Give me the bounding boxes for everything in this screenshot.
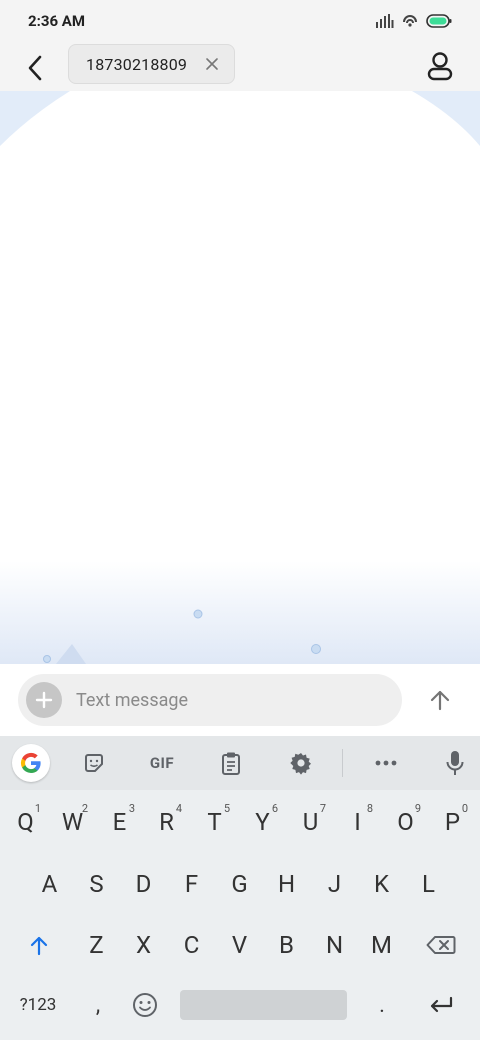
space-key[interactable] bbox=[180, 990, 347, 1020]
key-label: R bbox=[159, 808, 174, 836]
period-key[interactable]: . bbox=[360, 983, 404, 1027]
key-n[interactable]: N bbox=[311, 923, 358, 967]
key-z[interactable]: Z bbox=[73, 923, 120, 967]
compose-field bbox=[18, 674, 402, 726]
contact-button[interactable] bbox=[422, 48, 458, 84]
key-label: O bbox=[397, 808, 414, 836]
key-d[interactable]: D bbox=[120, 862, 167, 906]
enter-key[interactable] bbox=[418, 983, 464, 1027]
key-u[interactable]: U7 bbox=[287, 800, 334, 844]
wallpaper-illustration bbox=[0, 91, 480, 664]
message-input[interactable] bbox=[76, 688, 386, 712]
sticker-button[interactable] bbox=[76, 745, 112, 781]
status-time: 2:36 AM bbox=[28, 12, 85, 30]
key-hint: 6 bbox=[271, 802, 278, 815]
key-s[interactable]: S bbox=[73, 862, 120, 906]
person-icon bbox=[427, 52, 453, 81]
key-label: Q bbox=[17, 808, 34, 836]
clipboard-icon bbox=[222, 752, 240, 775]
google-icon bbox=[20, 752, 41, 773]
key-m[interactable]: M bbox=[358, 923, 405, 967]
key-f[interactable]: F bbox=[168, 862, 215, 906]
key-g[interactable]: G bbox=[216, 862, 263, 906]
back-button[interactable] bbox=[20, 50, 50, 86]
key-hint: 5 bbox=[223, 802, 230, 815]
sticker-icon bbox=[85, 754, 103, 772]
signal-icon bbox=[376, 14, 394, 28]
key-label: T bbox=[207, 808, 222, 836]
emoji-key[interactable] bbox=[123, 983, 167, 1027]
key-b[interactable]: B bbox=[263, 923, 310, 967]
key-label: I bbox=[354, 808, 361, 836]
send-button[interactable] bbox=[422, 682, 458, 718]
key-label: U bbox=[302, 808, 319, 836]
key-hint: 0 bbox=[461, 802, 468, 815]
key-y[interactable]: Y6 bbox=[239, 800, 286, 844]
settings-button[interactable] bbox=[283, 745, 319, 781]
enter-icon bbox=[430, 996, 453, 1013]
key-v[interactable]: V bbox=[216, 923, 263, 967]
conversation-area bbox=[0, 91, 480, 664]
key-i[interactable]: I8 bbox=[334, 800, 381, 844]
key-t[interactable]: T5 bbox=[191, 800, 238, 844]
more-button[interactable] bbox=[368, 745, 404, 781]
key-c[interactable]: C bbox=[168, 923, 215, 967]
arrow-left-icon bbox=[28, 55, 42, 81]
shift-arrow-icon bbox=[30, 936, 48, 956]
more-icon bbox=[375, 760, 397, 766]
key-hint: 2 bbox=[81, 802, 88, 815]
key-x[interactable]: X bbox=[120, 923, 167, 967]
voice-button[interactable] bbox=[437, 745, 473, 781]
comma-key[interactable]: , bbox=[75, 983, 121, 1027]
plus-icon bbox=[35, 691, 53, 709]
symbols-key[interactable]: ?123 bbox=[8, 983, 68, 1027]
attach-button[interactable] bbox=[26, 682, 62, 718]
gif-button[interactable]: GIF bbox=[144, 745, 180, 781]
key-label: P bbox=[444, 808, 461, 836]
key-w[interactable]: W2 bbox=[49, 800, 96, 844]
compose-bar bbox=[0, 664, 480, 736]
header: 18730218809 bbox=[0, 44, 480, 91]
emoji-icon bbox=[133, 993, 157, 1017]
keyboard: G I F Q 1 W 2 E 3 R 4 T 5 Y 6 U 7 I 8 O 9 … bbox=[0, 736, 480, 1040]
key-label: E bbox=[112, 808, 127, 836]
key-o[interactable]: O9 bbox=[382, 800, 429, 844]
recipient-number: 18730218809 bbox=[86, 54, 188, 74]
clipboard-button[interactable] bbox=[213, 745, 249, 781]
mic-icon bbox=[446, 751, 464, 775]
key-hint: 8 bbox=[366, 802, 373, 815]
keyboard-toolbar: GIF bbox=[0, 736, 480, 790]
key-a[interactable]: A bbox=[26, 862, 73, 906]
battery-icon bbox=[426, 14, 452, 28]
key-j[interactable]: J bbox=[311, 862, 358, 906]
hotspot-icon bbox=[403, 15, 417, 27]
google-button[interactable] bbox=[12, 744, 50, 782]
key-hint: 7 bbox=[319, 802, 326, 815]
key-q[interactable]: Q1 bbox=[2, 800, 49, 844]
shift-key[interactable] bbox=[14, 923, 64, 967]
key-r[interactable]: R4 bbox=[143, 800, 190, 844]
key-hint: 4 bbox=[175, 802, 182, 815]
recipient-chip[interactable]: 18730218809 bbox=[68, 44, 235, 84]
status-icons bbox=[376, 13, 452, 29]
key-e[interactable]: E3 bbox=[96, 800, 143, 844]
backspace-key[interactable] bbox=[416, 923, 466, 967]
key-h[interactable]: H bbox=[263, 862, 310, 906]
key-p[interactable]: P0 bbox=[429, 800, 476, 844]
toolbar-divider bbox=[342, 749, 343, 777]
key-hint: 3 bbox=[128, 802, 135, 815]
gear-icon bbox=[290, 753, 311, 775]
close-icon[interactable] bbox=[204, 56, 220, 72]
status-bar: 2:36 AM bbox=[0, 0, 480, 44]
key-label: Y bbox=[255, 808, 270, 836]
backspace-icon bbox=[426, 936, 456, 954]
arrow-up-icon bbox=[430, 690, 450, 711]
key-l[interactable]: L bbox=[405, 862, 452, 906]
key-k[interactable]: K bbox=[358, 862, 405, 906]
key-label: W bbox=[61, 808, 84, 836]
key-hint: 9 bbox=[414, 802, 421, 815]
key-hint: 1 bbox=[34, 802, 41, 815]
